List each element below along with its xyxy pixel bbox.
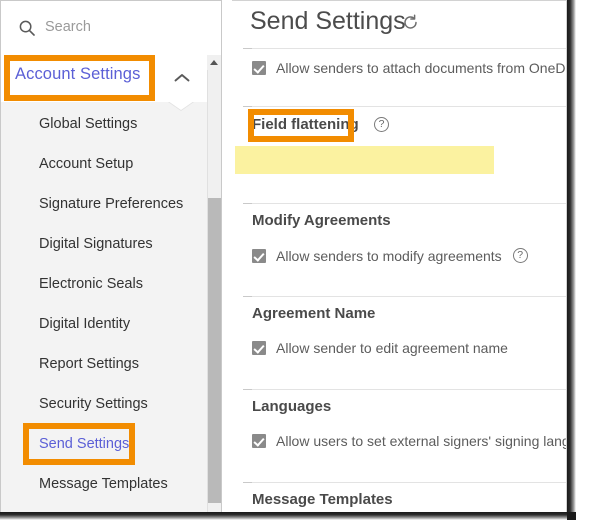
option-label: Allow senders to attach documents from O… <box>276 59 567 76</box>
account-settings-pointer <box>168 101 194 110</box>
sidebar-item-message-templates[interactable]: Message Templates <box>39 476 168 492</box>
sidebar-item-global-settings[interactable]: Global Settings <box>39 116 137 132</box>
section-heading-modify-agreements: Modify Agreements <box>252 212 391 229</box>
field-flattening-highlight <box>235 146 494 174</box>
field-flattening-callout <box>248 109 354 142</box>
page-title: Send Settings <box>250 7 406 35</box>
section-divider-stub <box>243 389 252 390</box>
section-heading-agreement-name: Agreement Name <box>252 305 376 322</box>
search-bar[interactable] <box>1 1 221 54</box>
option-row[interactable]: Allow senders to attach documents from O… <box>252 59 567 81</box>
option-label: Allow senders to modify agreements <box>276 247 502 264</box>
sidebar-item-security-settings[interactable]: Security Settings <box>39 396 148 412</box>
search-icon <box>19 20 35 36</box>
settings-content-panel: Send Settings Allow senders to attach do… <box>232 0 567 514</box>
account-settings-callout <box>4 55 155 101</box>
panel-shadow-bottom <box>0 512 576 520</box>
sidebar-item-digital-signatures[interactable]: Digital Signatures <box>39 236 153 252</box>
section-divider <box>252 389 566 390</box>
scrollbar-thumb[interactable] <box>208 198 221 503</box>
section-divider-stub <box>243 48 252 49</box>
option-row[interactable]: Allow users to set external signers' sig… <box>252 432 566 454</box>
search-input[interactable] <box>45 19 195 35</box>
option-label: Allow sender to edit agreement name <box>276 339 508 356</box>
section-divider <box>252 203 566 204</box>
help-icon[interactable]: ? <box>374 117 389 132</box>
refresh-icon[interactable] <box>402 14 419 31</box>
section-divider <box>252 482 566 483</box>
panel-shadow-right <box>567 0 576 519</box>
section-divider-stub <box>243 296 252 297</box>
checkbox-checked-icon[interactable] <box>252 340 266 355</box>
settings-sidebar: Account Settings Global SettingsAccount … <box>0 0 222 514</box>
sidebar-item-electronic-seals[interactable]: Electronic Seals <box>39 276 143 292</box>
option-label: Allow users to set external signers' sig… <box>276 432 566 449</box>
section-heading-languages: Languages <box>252 398 332 415</box>
panel-shadow-corner <box>567 512 576 520</box>
section-divider <box>252 106 566 107</box>
scroll-up-arrow-icon[interactable] <box>207 55 221 70</box>
sidebar-item-digital-identity[interactable]: Digital Identity <box>39 316 130 332</box>
option-row[interactable]: Allow senders to modify agreements? <box>252 247 528 269</box>
checkbox-checked-icon[interactable] <box>252 60 266 75</box>
sidebar-item-account-setup[interactable]: Account Setup <box>39 156 133 172</box>
sidebar-item-report-settings[interactable]: Report Settings <box>39 356 139 372</box>
sidebar-item-signature-preferences[interactable]: Signature Preferences <box>39 196 183 212</box>
chevron-up-icon[interactable] <box>173 71 191 83</box>
section-divider-stub <box>243 482 252 483</box>
help-icon[interactable]: ? <box>512 248 528 264</box>
section-divider-stub <box>243 106 252 107</box>
section-divider-stub <box>243 203 252 204</box>
option-row[interactable]: Allow sender to edit agreement name <box>252 339 508 361</box>
send-settings-callout <box>23 423 135 465</box>
settings-screenshot: Account Settings Global SettingsAccount … <box>0 0 597 521</box>
checkbox-checked-icon[interactable] <box>252 248 266 263</box>
section-divider <box>252 296 566 297</box>
section-divider <box>252 48 566 49</box>
checkbox-checked-icon[interactable] <box>252 433 266 448</box>
section-heading-message-templates: Message Templates <box>252 491 393 508</box>
